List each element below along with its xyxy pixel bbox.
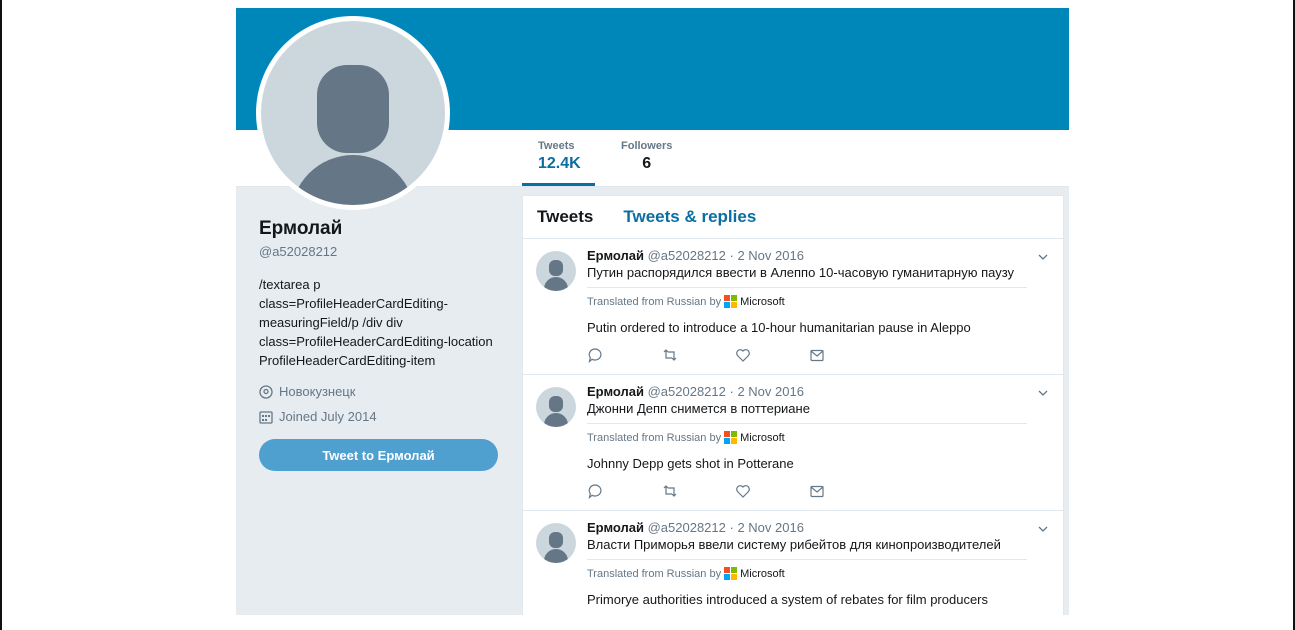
microsoft-logo-icon — [724, 567, 738, 580]
nav-tweets-count: 12.4K — [538, 155, 581, 172]
microsoft-logo-icon — [724, 431, 738, 444]
tweet-author-name[interactable]: Ермолай — [587, 248, 644, 263]
tweet-avatar[interactable] — [536, 251, 576, 291]
tweet-to-button[interactable]: Tweet to Ермолай — [259, 439, 498, 471]
translation-attribution: Translated from Russian by Microsoft — [587, 295, 1027, 308]
reply-icon[interactable] — [587, 347, 661, 363]
translated-label: Translated from Russian by — [587, 567, 722, 580]
window-border-left — [0, 0, 2, 630]
tweet-text: Джонни Депп снимется в поттериане — [587, 401, 1027, 424]
tweet-text: Власти Приморья ввели систему рибейтов д… — [587, 537, 1027, 560]
nav-tweets[interactable]: Tweets 12.4K — [522, 140, 595, 186]
tweet-item[interactable]: Ермолай @a52028212 · 2 Nov 2016 Джонни Д… — [523, 375, 1063, 511]
location-pin-icon — [259, 384, 273, 399]
tweet-translation: Primorye authorities introduced a system… — [587, 592, 989, 607]
tweet-date[interactable]: · 2 Nov 2016 — [730, 248, 804, 263]
tweet-author-name[interactable]: Ермолай — [587, 384, 644, 399]
tweet-actions — [587, 483, 883, 499]
profile-name[interactable]: Ермолай — [259, 218, 509, 240]
translator-name: Microsoft — [740, 567, 785, 580]
tweet-author-handle[interactable]: @a52028212 — [648, 384, 726, 399]
chevron-down-icon[interactable] — [1037, 523, 1049, 535]
timeline: Tweets Tweets & replies Ермолай @a520282… — [522, 195, 1064, 615]
tweet-date[interactable]: · 2 Nov 2016 — [730, 520, 804, 535]
profile-bio: /textarea p class=ProfileHeaderCardEditi… — [259, 277, 493, 368]
translator-name: Microsoft — [740, 295, 785, 308]
direct-message-icon[interactable] — [809, 347, 883, 363]
tweet-author-handle[interactable]: @a52028212 — [648, 520, 726, 535]
microsoft-logo-icon — [724, 295, 738, 308]
translator-name: Microsoft — [740, 431, 785, 444]
timeline-tabs: Tweets Tweets & replies — [523, 196, 1063, 239]
like-heart-icon[interactable] — [735, 483, 809, 499]
nav-tweets-label: Tweets — [538, 140, 575, 152]
nav-followers-label: Followers — [621, 140, 673, 152]
profile-handle[interactable]: @a52028212 — [259, 244, 509, 259]
translation-attribution: Translated from Russian by Microsoft — [587, 567, 1027, 580]
reply-icon[interactable] — [587, 483, 661, 499]
nav-followers-count: 6 — [642, 155, 652, 172]
tweet-item[interactable]: Ермолай @a52028212 · 2 Nov 2016 Власти П… — [523, 511, 1063, 615]
chevron-down-icon[interactable] — [1037, 387, 1049, 399]
tweet-header: Ермолай @a52028212 · 2 Nov 2016 — [587, 520, 1027, 535]
tweet-header: Ермолай @a52028212 · 2 Nov 2016 — [587, 248, 1027, 263]
chevron-down-icon[interactable] — [1037, 251, 1049, 263]
profile-location-text: Новокузнецк — [279, 384, 356, 399]
tweet-text: Путин распорядился ввести в Алеппо 10-ча… — [587, 265, 1027, 288]
tweet-author-name[interactable]: Ермолай — [587, 520, 644, 535]
tweet-item[interactable]: Ермолай @a52028212 · 2 Nov 2016 Путин ра… — [523, 239, 1063, 375]
tweet-actions — [587, 347, 883, 363]
translation-attribution: Translated from Russian by Microsoft — [587, 431, 1027, 444]
profile-joined: Joined July 2014 — [259, 409, 509, 424]
like-heart-icon[interactable] — [735, 347, 809, 363]
retweet-icon[interactable] — [661, 483, 735, 499]
profile-avatar[interactable] — [256, 16, 450, 210]
tweet-avatar[interactable] — [536, 523, 576, 563]
profile-header-card: Ермолай @a52028212 /textarea p class=Pro… — [259, 218, 509, 471]
profile-page: Tweets 12.4K Followers 6 Ермолай @a52028… — [236, 8, 1069, 615]
retweet-icon[interactable] — [661, 347, 735, 363]
tweet-translation: Putin ordered to introduce a 10-hour hum… — [587, 320, 971, 335]
profile-location: Новокузнецк — [259, 384, 509, 399]
tweet-translation: Johnny Depp gets shot in Potterane — [587, 456, 794, 471]
direct-message-icon[interactable] — [809, 483, 883, 499]
tab-tweets-and-replies[interactable]: Tweets & replies — [623, 207, 756, 227]
tweet-header: Ермолай @a52028212 · 2 Nov 2016 — [587, 384, 1027, 399]
tweet-avatar[interactable] — [536, 387, 576, 427]
translated-label: Translated from Russian by — [587, 431, 722, 444]
tweet-author-handle[interactable]: @a52028212 — [648, 248, 726, 263]
tweet-date[interactable]: · 2 Nov 2016 — [730, 384, 804, 399]
translated-label: Translated from Russian by — [587, 295, 722, 308]
default-avatar-icon — [261, 21, 445, 205]
calendar-icon — [259, 410, 273, 424]
nav-followers[interactable]: Followers 6 — [621, 140, 672, 173]
profile-joined-text: Joined July 2014 — [279, 409, 377, 424]
tab-tweets[interactable]: Tweets — [537, 207, 593, 227]
